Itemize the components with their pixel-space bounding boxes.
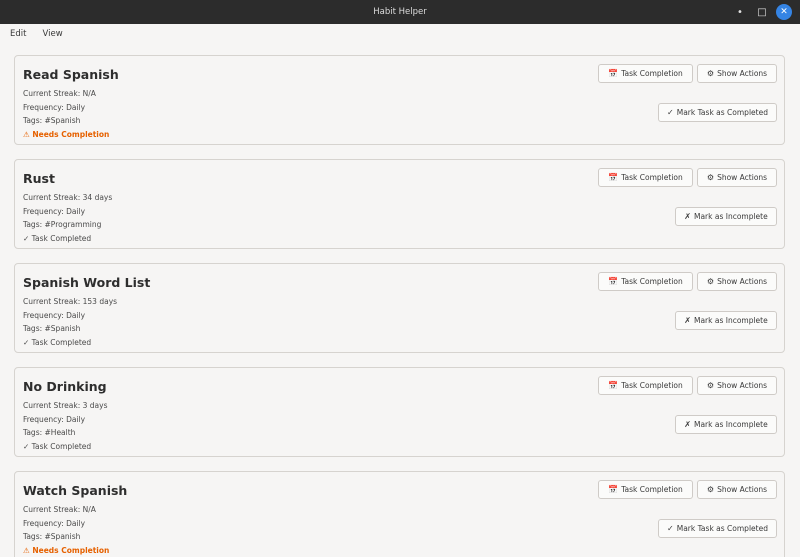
task-completion-button[interactable]: 📅 Task Completion: [598, 376, 693, 395]
mark-completed-button[interactable]: ✓ Mark Task as Completed: [658, 103, 777, 122]
habit-frequency: Frequency: Daily: [23, 103, 86, 112]
menu-bar: Edit View: [0, 24, 800, 44]
window-controls: • □ ✕: [732, 4, 792, 20]
habit-tags: Tags: #Programming: [23, 220, 102, 229]
maximize-button[interactable]: □: [754, 4, 770, 20]
habit-status: ✓ Task Completed: [23, 442, 92, 451]
task-completion-label: Task Completion: [621, 485, 683, 494]
habit-name: No Drinking: [23, 379, 107, 394]
mark-incomplete-label: Mark as Incomplete: [693, 316, 768, 325]
show-actions-button[interactable]: ⚙ Show Actions: [697, 64, 777, 83]
habit-tags: Tags: #Spanish: [23, 324, 81, 333]
show-actions-button[interactable]: ⚙ Show Actions: [697, 480, 777, 499]
task-completion-label: Task Completion: [621, 381, 683, 390]
gear-icon: ⚙: [706, 173, 715, 182]
calendar-icon: 📅: [608, 173, 619, 182]
task-completion-button[interactable]: 📅 Task Completion: [598, 272, 693, 291]
show-actions-label: Show Actions: [717, 173, 768, 182]
title-bar[interactable]: Habit Helper • □ ✕: [0, 0, 800, 24]
mark-completed-button[interactable]: ✓ Mark Task as Completed: [658, 519, 777, 538]
calendar-icon: 📅: [608, 277, 619, 286]
menu-edit[interactable]: Edit: [8, 27, 28, 41]
habit-name: Rust: [23, 171, 55, 186]
habit-frequency: Frequency: Daily: [23, 207, 86, 216]
show-actions-button[interactable]: ⚙ Show Actions: [697, 168, 777, 187]
habit-frequency: Frequency: Daily: [23, 519, 86, 528]
show-actions-label: Show Actions: [717, 485, 768, 494]
calendar-icon: 📅: [608, 485, 619, 494]
check-icon: ✓: [667, 524, 674, 533]
gear-icon: ⚙: [706, 485, 715, 494]
calendar-icon: 📅: [608, 69, 619, 78]
habit-frequency: Frequency: Daily: [23, 311, 86, 320]
calendar-icon: 📅: [608, 381, 619, 390]
habit-card: Watch Spanish Current Streak: N/A Freque…: [14, 471, 785, 557]
habit-streak: Current Streak: 34 days: [23, 193, 113, 202]
cross-icon: ✗: [684, 212, 691, 221]
habit-status: ⚠ Needs Completion: [23, 130, 110, 139]
task-completion-button[interactable]: 📅 Task Completion: [598, 480, 693, 499]
habit-name: Read Spanish: [23, 67, 119, 82]
app-window: Habit Helper • □ ✕ Edit View Read Spanis…: [0, 0, 800, 557]
habit-status: ✓ Task Completed: [23, 338, 92, 347]
mark-incomplete-button[interactable]: ✗ Mark as Incomplete: [675, 207, 777, 226]
habit-card: Read Spanish Current Streak: N/A Frequen…: [14, 55, 785, 145]
menu-view[interactable]: View: [40, 27, 64, 41]
gear-icon: ⚙: [706, 277, 715, 286]
minimize-button[interactable]: •: [732, 4, 748, 20]
habit-tags: Tags: #Spanish: [23, 116, 81, 125]
mark-incomplete-label: Mark as Incomplete: [693, 212, 768, 221]
habit-streak: Current Streak: N/A: [23, 89, 96, 98]
show-actions-label: Show Actions: [717, 69, 768, 78]
show-actions-button[interactable]: ⚙ Show Actions: [697, 376, 777, 395]
habit-list: Read Spanish Current Streak: N/A Frequen…: [0, 44, 800, 557]
mark-incomplete-button[interactable]: ✗ Mark as Incomplete: [675, 311, 777, 330]
mark-incomplete-button[interactable]: ✗ Mark as Incomplete: [675, 415, 777, 434]
habit-tags: Tags: #Spanish: [23, 532, 81, 541]
task-completion-label: Task Completion: [621, 277, 683, 286]
close-button[interactable]: ✕: [776, 4, 792, 20]
habit-status: ⚠ Needs Completion: [23, 546, 110, 555]
mark-completed-label: Mark Task as Completed: [676, 108, 768, 117]
task-completion-button[interactable]: 📅 Task Completion: [598, 168, 693, 187]
cross-icon: ✗: [684, 316, 691, 325]
window-title: Habit Helper: [373, 7, 427, 17]
task-completion-button[interactable]: 📅 Task Completion: [598, 64, 693, 83]
habit-card: Spanish Word List Current Streak: 153 da…: [14, 263, 785, 353]
habit-card: No Drinking Current Streak: 3 days Frequ…: [14, 367, 785, 457]
task-completion-label: Task Completion: [621, 173, 683, 182]
habit-card: Rust Current Streak: 34 days Frequency: …: [14, 159, 785, 249]
habit-streak: Current Streak: 153 days: [23, 297, 118, 306]
mark-incomplete-label: Mark as Incomplete: [693, 420, 768, 429]
habit-streak: Current Streak: N/A: [23, 505, 96, 514]
show-actions-label: Show Actions: [717, 381, 768, 390]
habit-status: ✓ Task Completed: [23, 234, 92, 243]
habit-tags: Tags: #Health: [23, 428, 76, 437]
habit-name: Watch Spanish: [23, 483, 128, 498]
gear-icon: ⚙: [706, 69, 715, 78]
show-actions-button[interactable]: ⚙ Show Actions: [697, 272, 777, 291]
habit-streak: Current Streak: 3 days: [23, 401, 108, 410]
gear-icon: ⚙: [706, 381, 715, 390]
task-completion-label: Task Completion: [621, 69, 683, 78]
cross-icon: ✗: [684, 420, 691, 429]
show-actions-label: Show Actions: [717, 277, 768, 286]
habit-frequency: Frequency: Daily: [23, 415, 86, 424]
habit-name: Spanish Word List: [23, 275, 151, 290]
mark-completed-label: Mark Task as Completed: [676, 524, 768, 533]
check-icon: ✓: [667, 108, 674, 117]
